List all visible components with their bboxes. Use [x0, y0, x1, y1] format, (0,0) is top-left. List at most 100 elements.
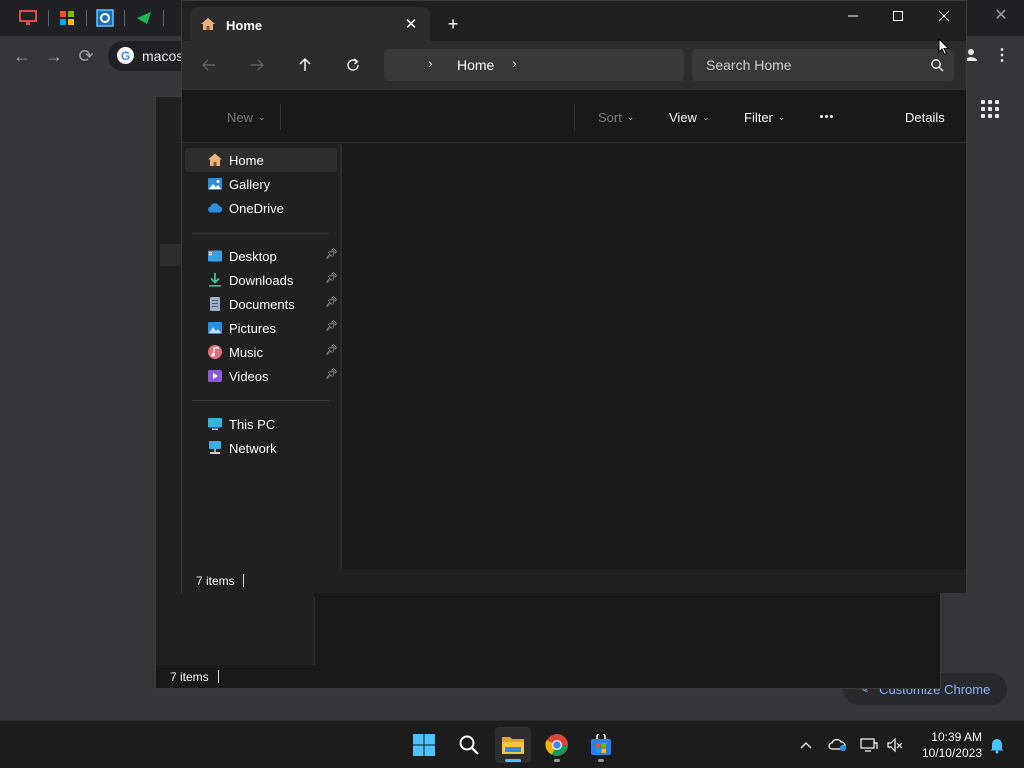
google-icon: G	[117, 47, 134, 64]
sort-button[interactable]: Sort ⌄	[598, 110, 634, 125]
volume-muted-icon[interactable]	[885, 735, 905, 755]
this-pc-icon	[208, 418, 222, 430]
chrome-reload-button[interactable]: ⟳	[74, 44, 98, 68]
command-separator	[280, 104, 281, 130]
sidebar-item-network[interactable]: Network	[185, 436, 337, 460]
forward-button[interactable]	[245, 53, 269, 77]
clock-time[interactable]: 10:39 AM	[918, 730, 982, 744]
start-icon	[413, 734, 435, 756]
close-button[interactable]	[931, 5, 957, 27]
network-icon	[209, 441, 221, 454]
more-options-icon[interactable]	[816, 106, 836, 126]
details-button[interactable]: Details	[905, 110, 945, 125]
maximize-button[interactable]	[885, 5, 911, 27]
pin-icon[interactable]: 📌︎	[325, 273, 338, 284]
pin-icon[interactable]: 📌︎	[325, 297, 338, 308]
display-tray-icon[interactable]	[859, 735, 879, 755]
pin-icon[interactable]: 📌︎	[325, 345, 338, 356]
tab-separator	[86, 10, 87, 26]
file-explorer-icon	[502, 737, 524, 754]
file-list-area[interactable]	[342, 144, 966, 569]
chevron-down-icon: ⌄	[626, 112, 635, 122]
taskbar: 10:39 AM 10/10/2023	[0, 720, 1024, 768]
clock-date[interactable]: 10/10/2023	[912, 746, 982, 760]
chrome-back-button[interactable]: ←	[10, 44, 34, 68]
sort-label: Sort	[598, 110, 622, 125]
chevron-right-icon[interactable]: ›	[428, 55, 433, 71]
back-button[interactable]	[197, 53, 221, 77]
sidebar-item-videos[interactable]: Videos 📌︎	[185, 364, 338, 388]
running-indicator	[554, 759, 560, 762]
taskbar-store[interactable]	[583, 727, 619, 763]
address-toolbar: › Home › Search Home	[182, 41, 966, 89]
pin-icon[interactable]: 📌︎	[325, 321, 338, 332]
sidebar-item-label: Desktop	[229, 249, 277, 264]
sidebar-item-label: Videos	[229, 369, 269, 384]
music-icon	[208, 345, 222, 359]
documents-icon	[210, 297, 220, 311]
sidebar-item-documents[interactable]: Documents 📌︎	[185, 292, 338, 316]
show-hidden-icons-button[interactable]	[796, 735, 816, 755]
chrome-close-button[interactable]: ✕	[990, 4, 1012, 26]
sidebar-item-gallery[interactable]: Gallery	[185, 172, 337, 196]
chrome-forward-button[interactable]: →	[42, 44, 66, 68]
new-tab-button[interactable]: +	[442, 13, 464, 35]
chevron-right-icon[interactable]: ›	[512, 55, 517, 71]
taskbar-chrome[interactable]	[539, 727, 575, 763]
tab-home[interactable]: Home ✕	[190, 7, 430, 41]
taskbar-file-explorer[interactable]	[495, 727, 531, 763]
background-status-count: 7 items	[170, 670, 209, 684]
file-explorer-window: Home ✕ + › Home › Search Home New ⌄ Sort…	[181, 0, 967, 593]
refresh-button[interactable]	[341, 53, 365, 77]
running-indicator	[598, 759, 604, 762]
start-button[interactable]	[406, 727, 442, 763]
taskbar-search-button[interactable]	[451, 727, 487, 763]
pictures-icon	[208, 322, 222, 334]
address-bar[interactable]: › Home ›	[384, 49, 684, 81]
new-button[interactable]: New ⌄	[227, 110, 266, 125]
minimize-button[interactable]	[840, 5, 866, 27]
sidebar-item-label: Gallery	[229, 177, 271, 192]
search-icon	[931, 59, 944, 72]
sidebar-item-label: OneDrive	[229, 201, 284, 216]
up-button[interactable]	[293, 53, 317, 77]
title-bar[interactable]: Home ✕ +	[182, 1, 966, 41]
chrome-menu-icon[interactable]: ⋮	[994, 45, 1010, 65]
command-separator	[574, 104, 575, 130]
desktop-icon	[208, 250, 222, 262]
sidebar-item-onedrive[interactable]: OneDrive	[185, 196, 337, 220]
windows-flag-icon[interactable]	[57, 8, 77, 28]
chevron-down-icon: ⌄	[777, 112, 786, 122]
search-input[interactable]: Search Home	[692, 49, 954, 81]
videos-icon	[208, 370, 222, 382]
app-icon[interactable]	[95, 8, 115, 28]
sidebar-item-desktop[interactable]: Desktop 📌︎	[185, 244, 338, 268]
notification-bell-icon[interactable]	[988, 736, 1006, 754]
chrome-url-text[interactable]: macos	[142, 48, 183, 64]
active-indicator	[505, 759, 521, 762]
send-icon[interactable]	[134, 8, 154, 28]
sidebar-item-label: Documents	[229, 297, 295, 312]
home-icon	[208, 153, 222, 166]
sidebar-item-label: Network	[229, 441, 277, 456]
google-apps-icon[interactable]	[980, 99, 1000, 119]
sidebar-item-this-pc[interactable]: This PC	[185, 412, 337, 436]
sidebar-item-pictures[interactable]: Pictures 📌︎	[185, 316, 338, 340]
breadcrumb-home[interactable]: Home	[457, 57, 494, 73]
tab-title: Home	[226, 18, 263, 33]
onedrive-tray-icon[interactable]	[828, 735, 848, 755]
status-bar: 7 items	[182, 569, 966, 593]
pin-icon[interactable]: 📌︎	[325, 369, 338, 380]
sidebar-item-music[interactable]: Music 📌︎	[185, 340, 338, 364]
pin-icon[interactable]: 📌︎	[325, 249, 338, 260]
home-icon	[201, 18, 215, 30]
sidebar-item-home[interactable]: Home	[185, 148, 337, 172]
search-placeholder: Search Home	[706, 57, 792, 73]
sidebar-item-downloads[interactable]: Downloads 📌︎	[185, 268, 338, 292]
tab-close-button[interactable]: ✕	[400, 13, 422, 35]
remote-desktop-icon[interactable]	[18, 8, 38, 28]
sidebar-item-label: Music	[229, 345, 263, 360]
filter-button[interactable]: Filter ⌄	[744, 110, 785, 125]
view-button[interactable]: View ⌄	[669, 110, 710, 125]
sidebar-item-label: Home	[229, 153, 264, 168]
